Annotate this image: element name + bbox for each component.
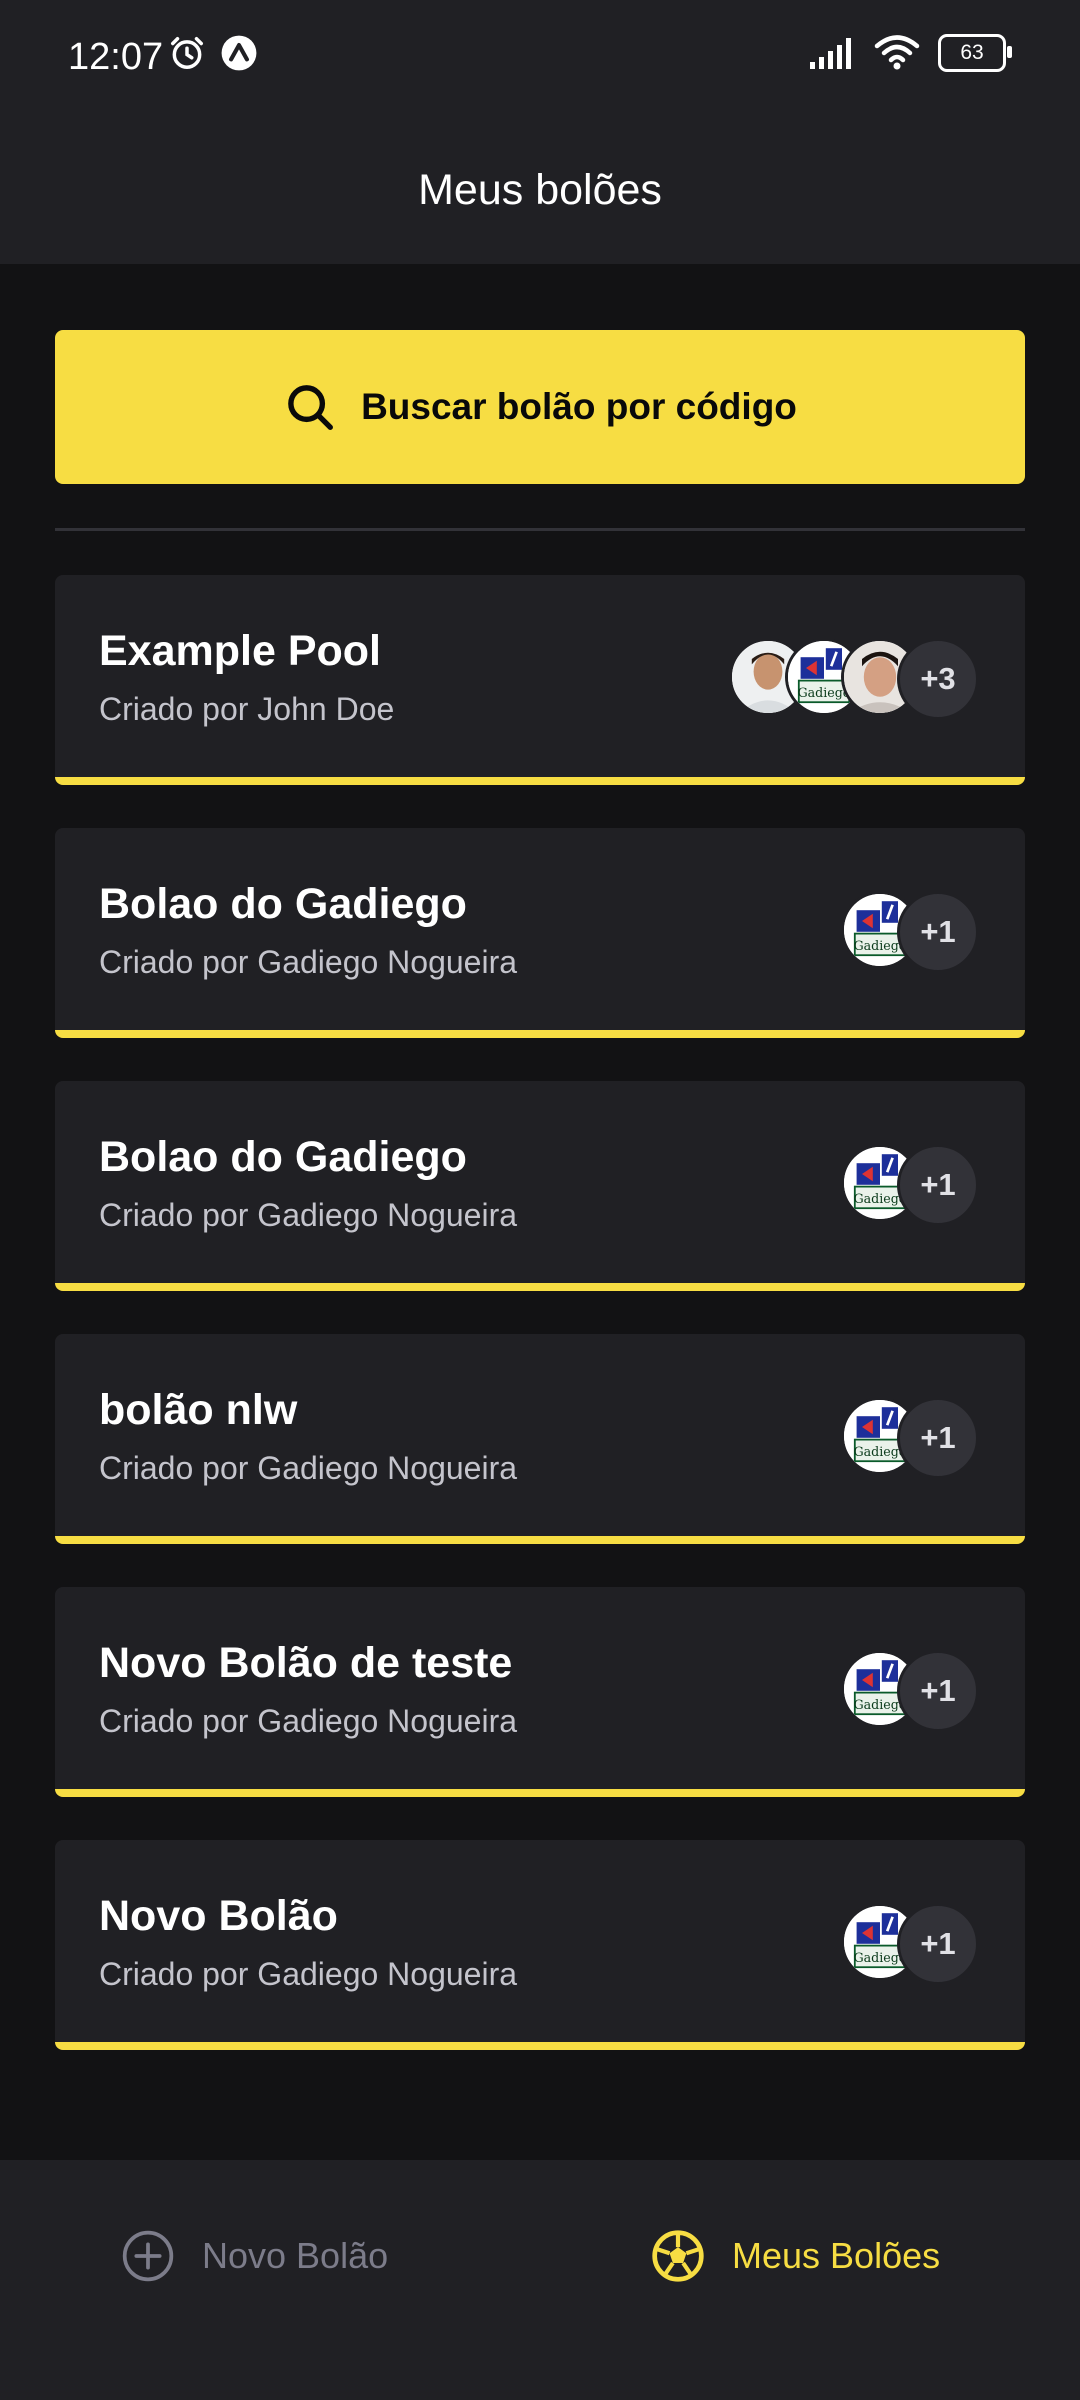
battery-level: 63 xyxy=(960,41,984,64)
pool-owner: Criado por Gadiego Nogueira xyxy=(99,1956,518,1992)
participants-count: +1 xyxy=(897,1397,979,1479)
tab-my-pools[interactable]: Meus Bolões xyxy=(650,2228,940,2284)
tab-new-pool-label: Novo Bolão xyxy=(202,2235,389,2276)
participants-avatars: Gadiego +1 xyxy=(841,1903,979,1985)
battery-icon: 63 xyxy=(938,34,1012,72)
participants-avatars: Gadiego +1 xyxy=(841,1397,979,1479)
pool-title: Novo Bolão de teste xyxy=(99,1639,513,1687)
alarm-icon xyxy=(171,37,203,69)
tab-new-pool[interactable]: Novo Bolão xyxy=(120,2228,388,2284)
pool-card[interactable]: Bolao do Gadiego Criado por Gadiego Nogu… xyxy=(55,828,1025,1038)
status-time: 12:07 xyxy=(68,36,164,78)
pool-title: Bolao do Gadiego xyxy=(99,1133,467,1181)
participants-avatars: Gadiego +1 xyxy=(841,891,979,973)
pool-card[interactable]: Novo Bolão de teste Criado por Gadiego N… xyxy=(55,1587,1025,1797)
participants-avatars: Gadiego +1 xyxy=(841,1650,979,1732)
participants-count: +3 xyxy=(897,638,979,720)
pool-title: Example Pool xyxy=(99,627,381,675)
status-left-icons xyxy=(168,34,258,72)
participants-avatars: Gadiego +3 xyxy=(729,638,979,720)
divider xyxy=(55,528,1025,531)
pool-card[interactable]: bolão nlw Criado por Gadiego Nogueira Ga… xyxy=(55,1334,1025,1544)
participants-avatars: Gadiego +1 xyxy=(841,1144,979,1226)
pool-card[interactable]: Novo Bolão Criado por Gadiego Nogueira G… xyxy=(55,1840,1025,2050)
bottom-tab-bar: Novo Bolão Meus Bolões xyxy=(0,2160,1080,2400)
soccer-ball-icon xyxy=(652,2230,704,2282)
pool-card[interactable]: Bolao do Gadiego Criado por Gadiego Nogu… xyxy=(55,1081,1025,1291)
pool-title: Bolao do Gadiego xyxy=(99,880,467,928)
header: Meus bolões xyxy=(0,116,1080,264)
participants-count: +1 xyxy=(897,1144,979,1226)
tab-my-pools-label: Meus Bolões xyxy=(732,2235,941,2276)
pool-owner: Criado por Gadiego Nogueira xyxy=(99,1703,518,1739)
pool-title: bolão nlw xyxy=(99,1386,298,1434)
plus-circle-icon xyxy=(122,2230,174,2282)
pool-owner: Criado por Gadiego Nogueira xyxy=(99,1197,518,1233)
wifi-icon xyxy=(874,35,920,70)
search-by-code-label: Buscar bolão por código xyxy=(361,386,797,427)
participants-count: +1 xyxy=(897,1650,979,1732)
pool-card[interactable]: Example Pool Criado por John Doe Gadiego… xyxy=(55,575,1025,785)
pool-owner: Criado por Gadiego Nogueira xyxy=(99,944,518,980)
participants-count: +1 xyxy=(897,1903,979,1985)
status-right-icons: 63 xyxy=(808,34,1012,72)
pool-owner: Criado por Gadiego Nogueira xyxy=(99,1450,518,1486)
pool-title: Novo Bolão xyxy=(99,1892,338,1940)
status-bar: 12:07 63 xyxy=(0,0,1080,116)
participants-count: +1 xyxy=(897,891,979,973)
app-notification-icon xyxy=(221,35,257,71)
pool-owner: Criado por John Doe xyxy=(99,691,395,727)
page-title: Meus bolões xyxy=(418,165,662,214)
search-icon xyxy=(288,385,334,430)
signal-icon xyxy=(810,38,851,69)
search-by-code-button[interactable]: Buscar bolão por código xyxy=(55,330,1025,484)
